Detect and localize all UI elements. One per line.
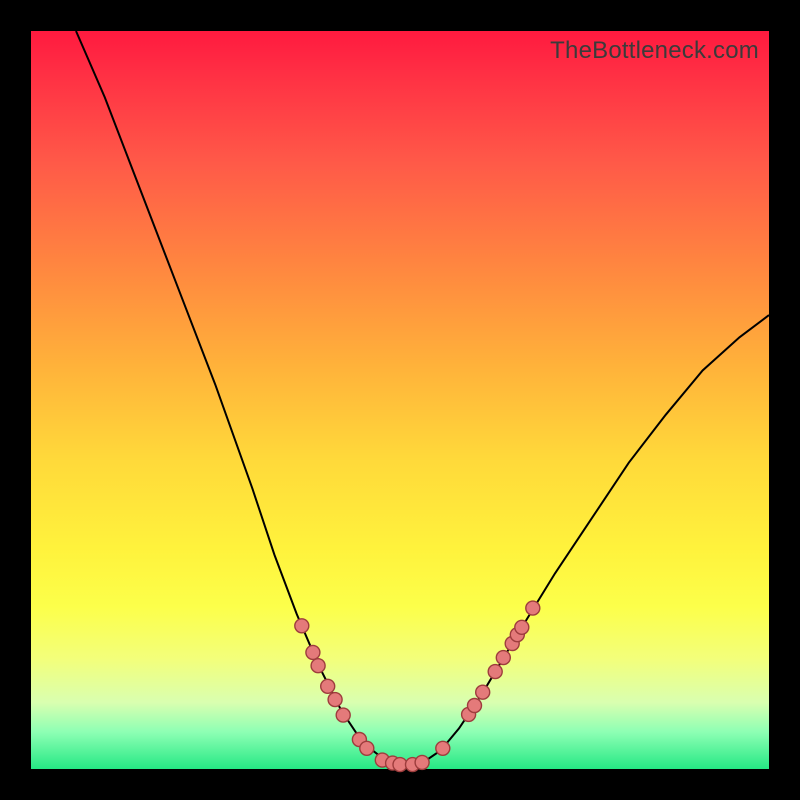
data-marker xyxy=(468,699,482,713)
plot-area: TheBottleneck.com xyxy=(31,31,769,769)
bottleneck-curve xyxy=(76,31,769,765)
data-marker xyxy=(295,619,309,633)
data-marker xyxy=(436,741,450,755)
data-marker xyxy=(526,601,540,615)
data-marker xyxy=(321,679,335,693)
data-marker xyxy=(360,741,374,755)
data-marker xyxy=(328,693,342,707)
curve-layer xyxy=(31,31,769,769)
data-marker xyxy=(336,708,350,722)
data-marker xyxy=(311,659,325,673)
data-marker xyxy=(488,665,502,679)
marker-group xyxy=(295,601,540,772)
data-marker xyxy=(415,755,429,769)
data-marker xyxy=(306,645,320,659)
data-marker xyxy=(515,620,529,634)
data-marker xyxy=(496,651,510,665)
data-marker xyxy=(476,685,490,699)
chart-frame: TheBottleneck.com xyxy=(0,0,800,800)
